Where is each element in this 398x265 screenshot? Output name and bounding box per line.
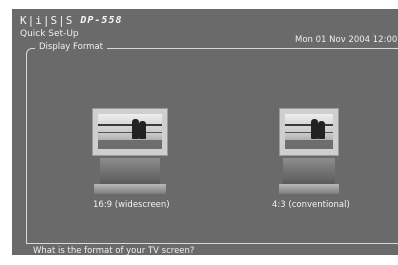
- page-title: Quick Set-Up: [20, 29, 79, 39]
- option-widescreen-label: 16:9 (widescreen): [93, 200, 170, 210]
- tv-stand: [283, 158, 335, 184]
- tv-stand: [100, 158, 160, 184]
- section-legend: Display Format: [35, 42, 107, 52]
- tv-foot: [94, 184, 166, 194]
- tv-foot: [279, 184, 339, 194]
- option-conventional-button[interactable]: [279, 108, 339, 194]
- clock-display: Mon 01 Nov 2004 12:00: [295, 35, 398, 45]
- status-divider: [26, 243, 398, 244]
- display-format-group: [26, 48, 398, 244]
- option-conventional-label: 4:3 (conventional): [272, 200, 350, 210]
- setup-screen: K|i|S|S DP-558 Quick Set-Up Mon 01 Nov 2…: [0, 0, 398, 265]
- brand-logo: K|i|S|S DP-558: [20, 14, 122, 27]
- option-widescreen-button[interactable]: [92, 108, 168, 194]
- widescreen-tv-icon: [92, 108, 168, 156]
- conventional-tv-icon: [279, 108, 339, 156]
- model-name: DP-558: [80, 15, 123, 26]
- brand-name: K|i|S|S: [20, 14, 74, 27]
- help-text: What is the format of your TV screen?: [33, 246, 195, 256]
